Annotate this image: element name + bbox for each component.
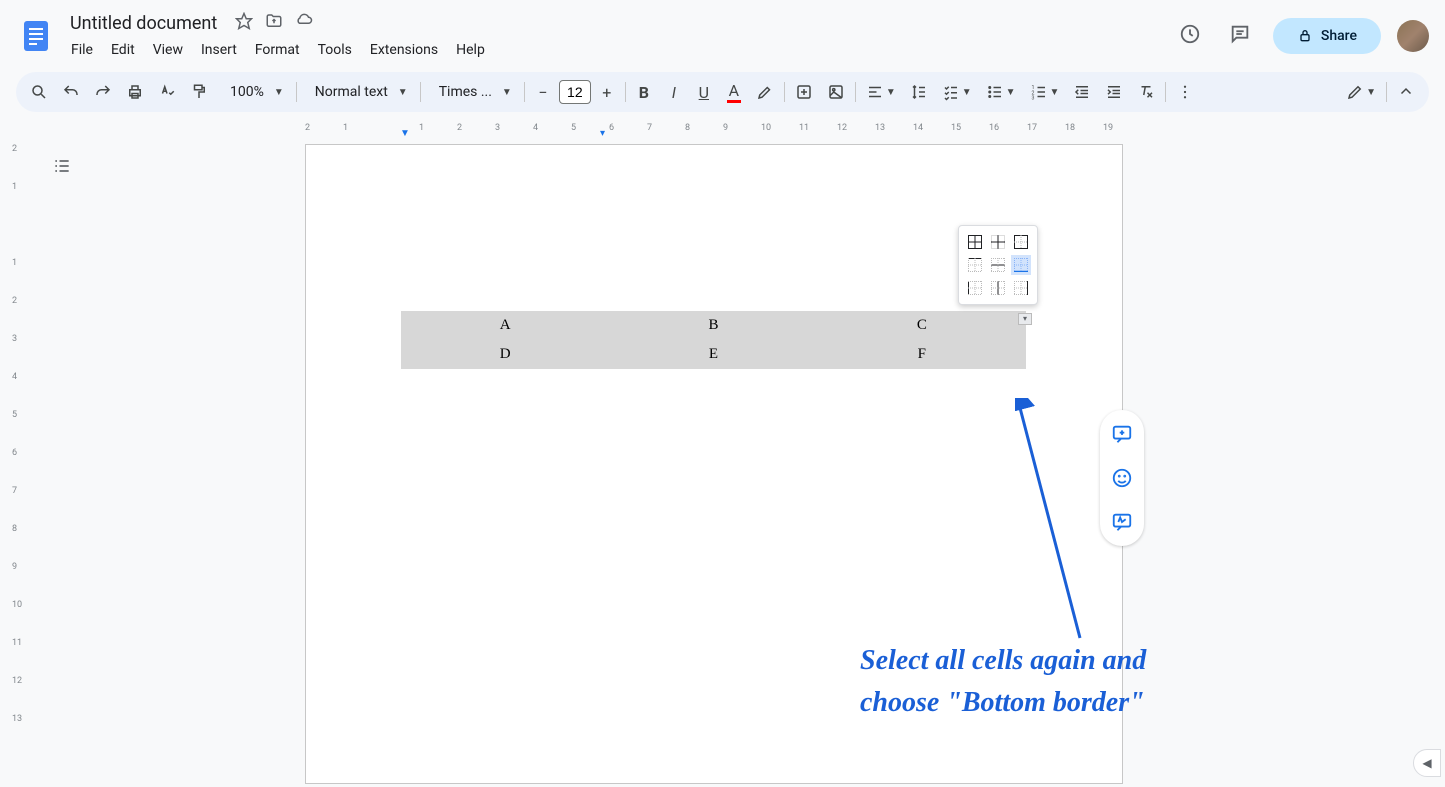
history-icon[interactable] — [1173, 17, 1207, 55]
menu-extensions[interactable]: Extensions — [363, 38, 445, 62]
document-table[interactable]: A B C D E F — [401, 311, 1026, 369]
style-dropdown[interactable]: Normal text▼ — [301, 80, 416, 104]
undo-icon[interactable] — [56, 78, 86, 106]
menu-tools[interactable]: Tools — [311, 38, 359, 62]
menu-insert[interactable]: Insert — [194, 38, 244, 62]
print-icon[interactable] — [120, 78, 150, 106]
table-cell[interactable]: C — [818, 311, 1026, 340]
title-area: Untitled document File Edit View Insert … — [64, 11, 1173, 62]
menubar: File Edit View Insert Format Tools Exten… — [64, 38, 1173, 62]
insert-image-icon[interactable] — [821, 78, 851, 106]
editor-area: 2112345678910111213141516171819 ▼ ▾ 2112… — [0, 120, 1445, 787]
document-title[interactable]: Untitled document — [64, 11, 223, 36]
border-selection-menu — [958, 225, 1038, 305]
outline-icon[interactable] — [44, 148, 80, 188]
font-size-input[interactable] — [559, 80, 591, 104]
checklist-icon[interactable]: ▼ — [936, 78, 978, 106]
table-cell[interactable]: D — [401, 340, 609, 369]
font-size-decrease[interactable]: − — [529, 78, 557, 106]
menu-edit[interactable]: Edit — [104, 38, 142, 62]
user-avatar[interactable] — [1397, 20, 1429, 52]
underline-icon[interactable]: U — [690, 78, 718, 106]
border-horizontal[interactable] — [988, 255, 1008, 275]
add-emoji-icon[interactable] — [1106, 462, 1138, 494]
comments-icon[interactable] — [1223, 17, 1257, 55]
align-icon[interactable]: ▼ — [860, 78, 902, 106]
numbered-list-icon[interactable]: 123▼ — [1024, 78, 1066, 106]
border-top[interactable] — [965, 255, 985, 275]
table-row[interactable]: D E F — [401, 340, 1026, 369]
menu-format[interactable]: Format — [248, 38, 307, 62]
docs-logo[interactable] — [16, 16, 56, 56]
share-button[interactable]: Share — [1273, 18, 1381, 54]
add-comment-icon[interactable] — [1106, 418, 1138, 450]
border-bottom[interactable] — [1011, 255, 1031, 275]
insert-link-icon[interactable] — [789, 78, 819, 106]
svg-text:3: 3 — [1031, 96, 1034, 102]
suggest-edit-icon[interactable] — [1106, 506, 1138, 538]
table-cell[interactable]: F — [818, 340, 1026, 369]
line-spacing-icon[interactable] — [904, 78, 934, 106]
border-vertical[interactable] — [988, 278, 1008, 298]
paint-format-icon[interactable] — [184, 78, 214, 106]
share-label: Share — [1321, 28, 1357, 44]
header-right: Share — [1173, 17, 1429, 55]
border-outer[interactable] — [1011, 232, 1031, 252]
italic-icon[interactable]: I — [660, 78, 688, 106]
zoom-dropdown[interactable]: 100%▼ — [216, 80, 292, 104]
toolbar: 100%▼ Normal text▼ Times ...▼ − + B I U … — [16, 72, 1429, 112]
editing-mode-icon[interactable]: ▼ — [1340, 78, 1382, 106]
redo-icon[interactable] — [88, 78, 118, 106]
font-dropdown[interactable]: Times ...▼ — [425, 80, 520, 104]
clear-formatting-icon[interactable] — [1131, 78, 1161, 106]
menu-view[interactable]: View — [146, 38, 190, 62]
more-icon[interactable] — [1170, 78, 1200, 106]
menu-file[interactable]: File — [64, 38, 100, 62]
bullet-list-icon[interactable]: ▼ — [980, 78, 1022, 106]
move-icon[interactable] — [265, 12, 283, 34]
border-left[interactable] — [965, 278, 985, 298]
indent-decrease-icon[interactable] — [1067, 78, 1097, 106]
table-cell[interactable]: A — [401, 311, 609, 340]
table-row[interactable]: A B C — [401, 311, 1026, 340]
highlight-icon[interactable] — [750, 78, 780, 106]
collapse-icon[interactable] — [1391, 78, 1421, 106]
table-cell[interactable]: B — [609, 311, 817, 340]
font-size-increase[interactable]: + — [593, 78, 621, 106]
spellcheck-icon[interactable] — [152, 78, 182, 106]
search-icon[interactable] — [24, 78, 54, 106]
explore-button[interactable]: ◀ — [1413, 749, 1441, 777]
document-page[interactable]: A B C D E F ▾ — [305, 144, 1123, 784]
border-all[interactable] — [965, 232, 985, 252]
bold-icon[interactable]: B — [630, 78, 658, 106]
indent-increase-icon[interactable] — [1099, 78, 1129, 106]
table-options-button[interactable]: ▾ — [1018, 313, 1032, 325]
border-inner[interactable] — [988, 232, 1008, 252]
text-color-icon[interactable]: A — [720, 78, 748, 106]
border-right[interactable] — [1011, 278, 1031, 298]
app-header: Untitled document File Edit View Insert … — [0, 0, 1445, 64]
vertical-ruler[interactable]: 2112345678910111213 — [8, 144, 28, 784]
table-cell[interactable]: E — [609, 340, 817, 369]
cloud-icon[interactable] — [295, 12, 313, 34]
star-icon[interactable] — [235, 12, 253, 34]
side-action-panel — [1100, 410, 1144, 546]
menu-help[interactable]: Help — [449, 38, 492, 62]
horizontal-ruler[interactable]: 2112345678910111213141516171819 ▼ ▾ — [305, 120, 1125, 140]
